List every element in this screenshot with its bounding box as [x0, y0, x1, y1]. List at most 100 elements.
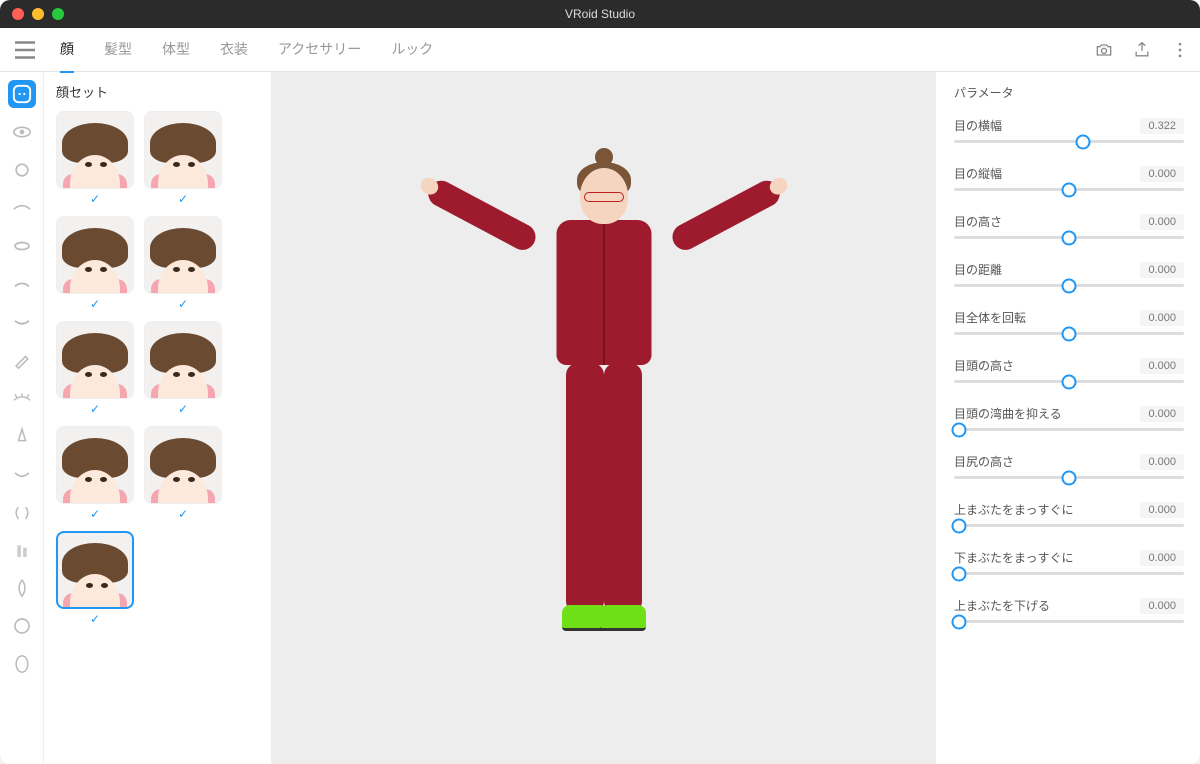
tab-0[interactable]: 顔	[60, 27, 74, 73]
preset-face-6[interactable]: ✓	[56, 426, 134, 521]
category-iris[interactable]	[8, 156, 36, 184]
param-slider[interactable]	[954, 572, 1184, 575]
category-eyebrow-lower[interactable]	[8, 308, 36, 336]
window-controls	[12, 8, 64, 20]
category-mouth[interactable]	[8, 460, 36, 488]
slider-thumb[interactable]	[951, 422, 966, 437]
category-outline[interactable]	[8, 612, 36, 640]
category-eyeline[interactable]	[8, 384, 36, 412]
param-value[interactable]: 0.000	[1140, 262, 1184, 278]
param-value[interactable]: 0.000	[1140, 550, 1184, 566]
param-value[interactable]: 0.000	[1140, 358, 1184, 374]
slider-thumb[interactable]	[1062, 326, 1077, 341]
preset-face-5[interactable]: ✓	[144, 321, 222, 416]
preset-face-4[interactable]: ✓	[56, 321, 134, 416]
tab-4[interactable]: アクセサリー	[278, 27, 361, 73]
tab-5[interactable]: ルック	[391, 27, 433, 73]
more-button[interactable]	[1170, 40, 1190, 60]
category-tool-a[interactable]	[8, 574, 36, 602]
param-row-8: 上まぶたをまっすぐに 0.000	[954, 501, 1184, 527]
export-button[interactable]	[1132, 40, 1152, 60]
check-icon: ✓	[178, 402, 188, 416]
side-icon-rail	[0, 72, 44, 764]
camera-icon	[1094, 40, 1114, 60]
category-ears[interactable]	[8, 498, 36, 526]
character-model	[474, 158, 734, 678]
titlebar: VRoid Studio	[0, 0, 1200, 28]
param-label: 目尻の高さ	[954, 453, 1014, 470]
param-value[interactable]: 0.000	[1140, 406, 1184, 422]
param-slider[interactable]	[954, 332, 1184, 335]
param-value[interactable]: 0.000	[1140, 502, 1184, 518]
category-makeup[interactable]	[8, 346, 36, 374]
param-value[interactable]: 0.000	[1140, 310, 1184, 326]
param-row-6: 目頭の湾曲を抑える 0.000	[954, 405, 1184, 431]
preset-face-7[interactable]: ✓	[144, 426, 222, 521]
param-slider[interactable]	[954, 236, 1184, 239]
param-slider[interactable]	[954, 524, 1184, 527]
param-slider[interactable]	[954, 284, 1184, 287]
preset-face-8[interactable]: ✓	[56, 531, 134, 626]
tab-1[interactable]: 髪型	[104, 27, 132, 73]
check-icon: ✓	[90, 192, 100, 206]
param-slider[interactable]	[954, 620, 1184, 623]
parameter-panel: パラメータ 目の横幅0.322目の縦幅0.000目の高さ0.000目の距離0.0…	[935, 72, 1200, 764]
param-label: 目全体を回転	[954, 309, 1026, 326]
export-icon	[1132, 40, 1152, 60]
preset-face-3[interactable]: ✓	[144, 216, 222, 311]
param-value[interactable]: 0.000	[1140, 598, 1184, 614]
param-label: 上まぶたをまっすぐに	[954, 501, 1074, 518]
param-value[interactable]: 0.000	[1140, 214, 1184, 230]
check-icon: ✓	[90, 402, 100, 416]
more-vertical-icon	[1170, 40, 1190, 60]
category-eyebrow-upper[interactable]	[8, 270, 36, 298]
minimize-button[interactable]	[32, 8, 44, 20]
param-label: 目頭の湾曲を抑える	[954, 405, 1062, 422]
category-eyelash[interactable]	[8, 232, 36, 260]
slider-thumb[interactable]	[951, 614, 966, 629]
category-face-set[interactable]	[8, 80, 36, 108]
slider-thumb[interactable]	[1062, 182, 1077, 197]
window-title: VRoid Studio	[565, 7, 635, 21]
param-slider[interactable]	[954, 428, 1184, 431]
slider-thumb[interactable]	[951, 518, 966, 533]
slider-thumb[interactable]	[1062, 470, 1077, 485]
slider-thumb[interactable]	[951, 566, 966, 581]
parameter-panel-title: パラメータ	[954, 84, 1184, 101]
hamburger-icon	[10, 35, 40, 65]
slider-thumb[interactable]	[1062, 374, 1077, 389]
check-icon: ✓	[178, 192, 188, 206]
param-label: 目の横幅	[954, 117, 1002, 134]
check-icon: ✓	[90, 297, 100, 311]
category-head[interactable]	[8, 650, 36, 678]
preset-face-1[interactable]: ✓	[144, 111, 222, 206]
param-label: 目の距離	[954, 261, 1002, 278]
tab-3[interactable]: 衣装	[220, 27, 248, 73]
param-slider[interactable]	[954, 476, 1184, 479]
param-value[interactable]: 0.000	[1140, 454, 1184, 470]
param-slider[interactable]	[954, 188, 1184, 191]
param-row-0: 目の横幅 0.322	[954, 117, 1184, 143]
category-eyes[interactable]	[8, 118, 36, 146]
camera-button[interactable]	[1094, 40, 1114, 60]
close-button[interactable]	[12, 8, 24, 20]
param-value[interactable]: 0.000	[1140, 166, 1184, 182]
slider-thumb[interactable]	[1062, 230, 1077, 245]
slider-thumb[interactable]	[1062, 278, 1077, 293]
category-cheek[interactable]	[8, 536, 36, 564]
param-value[interactable]: 0.322	[1140, 118, 1184, 134]
tab-2[interactable]: 体型	[162, 27, 190, 73]
param-row-2: 目の高さ0.000	[954, 213, 1184, 239]
param-slider[interactable]	[954, 140, 1184, 143]
preset-face-2[interactable]: ✓	[56, 216, 134, 311]
slider-thumb[interactable]	[1075, 134, 1090, 149]
param-slider[interactable]	[954, 380, 1184, 383]
check-icon: ✓	[90, 507, 100, 521]
category-eyelid[interactable]	[8, 194, 36, 222]
viewport-3d[interactable]	[272, 72, 935, 764]
main-tabs: 顔髪型体型衣装アクセサリールック	[60, 27, 433, 73]
category-nose[interactable]	[8, 422, 36, 450]
preset-face-0[interactable]: ✓	[56, 111, 134, 206]
menu-button[interactable]	[10, 35, 40, 65]
maximize-button[interactable]	[52, 8, 64, 20]
